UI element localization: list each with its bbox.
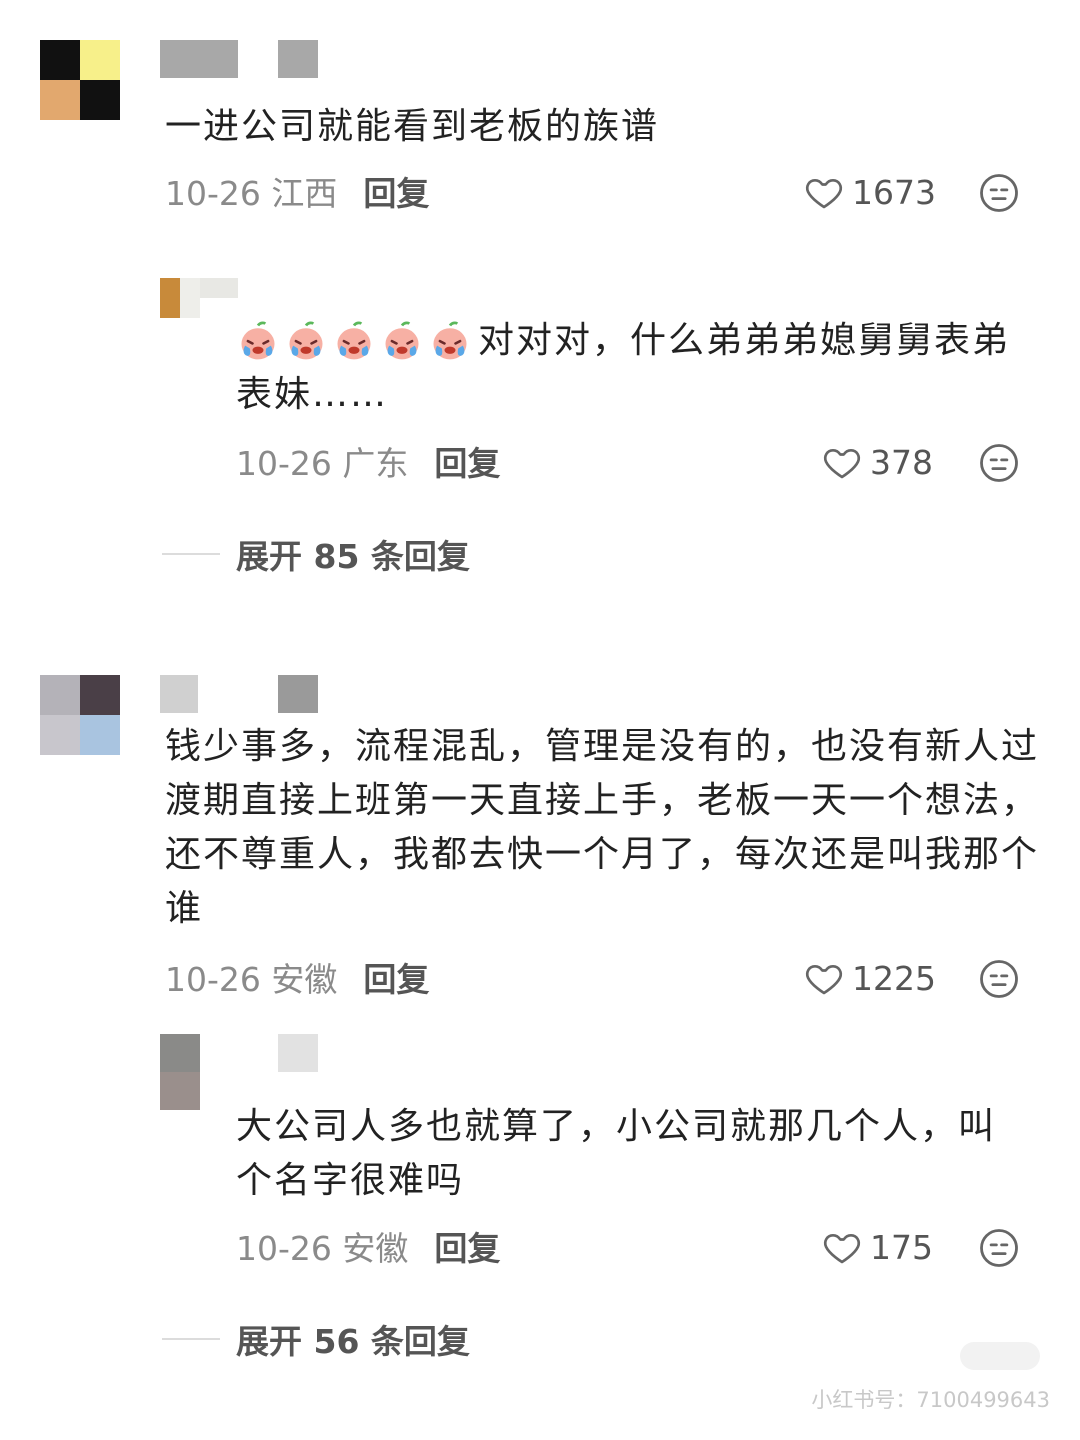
crying-peach-emoji [385, 321, 419, 360]
heart-outline-icon [805, 179, 843, 209]
comment-date-location: 10-26 江西 [165, 174, 338, 213]
watermark-badge [960, 1342, 1040, 1370]
crying-peach-emoji [289, 321, 323, 360]
divider [162, 553, 220, 555]
expand-replies-button[interactable]: 展开 56 条回复 [162, 1319, 470, 1361]
comment-date-location: 10-26 安徽 [165, 960, 338, 999]
reply-text: 大公司人多也就算了，小公司就那几个人，叫个名字很难吗 [236, 1106, 997, 1201]
expand-replies-button[interactable]: 展开 85 条回复 [162, 534, 470, 576]
comment-meta: 10-26 江西 回复 [165, 174, 429, 214]
like-count: 175 [870, 1227, 933, 1267]
like-button[interactable]: 175 [822, 1227, 933, 1267]
neutral-face-icon[interactable] [978, 172, 1020, 214]
expand-replies-label: 展开 85 条回复 [236, 537, 470, 576]
reply-button[interactable]: 回复 [363, 960, 429, 999]
neutral-face-icon[interactable] [978, 1227, 1020, 1269]
comment-text: 钱少事多，流程混乱，管理是没有的，也没有新人过渡期直接上班第一天直接上手，老板一… [165, 726, 1040, 929]
comment-meta: 10-26 安徽 回复 [165, 960, 429, 1000]
neutral-face-icon[interactable] [978, 958, 1020, 1000]
divider [162, 1338, 220, 1340]
crying-peach-emoji [241, 321, 275, 360]
reply-button[interactable]: 回复 [434, 444, 500, 483]
reply-button[interactable]: 回复 [363, 174, 429, 213]
comment-text: 一进公司就能看到老板的族谱 [165, 106, 660, 147]
reply-avatar[interactable] [160, 1034, 200, 1110]
like-button[interactable]: 378 [822, 442, 933, 482]
crying-peach-emoji [433, 321, 467, 360]
neutral-face-icon[interactable] [978, 442, 1020, 484]
reply-text: 对对对，什么弟弟弟媳舅舅表弟表妹…… [236, 314, 1026, 422]
like-button[interactable]: 1225 [804, 958, 936, 998]
avatar[interactable] [40, 40, 120, 120]
reply-meta: 10-26 安徽 回复 [236, 1229, 500, 1269]
reply-meta: 10-26 广东 回复 [236, 444, 500, 484]
reply-date-location: 10-26 安徽 [236, 1229, 409, 1268]
heart-outline-icon [805, 965, 843, 995]
emoji-group [236, 320, 476, 364]
avatar[interactable] [40, 675, 120, 755]
expand-replies-label: 展开 56 条回复 [236, 1322, 470, 1361]
like-count: 1673 [852, 172, 936, 212]
crying-peach-emoji [337, 321, 371, 360]
reply-button[interactable]: 回复 [434, 1229, 500, 1268]
reply-avatar[interactable] [160, 278, 200, 318]
like-count: 378 [870, 442, 933, 482]
heart-outline-icon [823, 1234, 861, 1264]
like-count: 1225 [852, 958, 936, 998]
watermark: 小红书号：7100499643 [811, 1388, 1050, 1412]
like-button[interactable]: 1673 [804, 172, 936, 212]
heart-outline-icon [823, 449, 861, 479]
reply-date-location: 10-26 广东 [236, 444, 409, 483]
